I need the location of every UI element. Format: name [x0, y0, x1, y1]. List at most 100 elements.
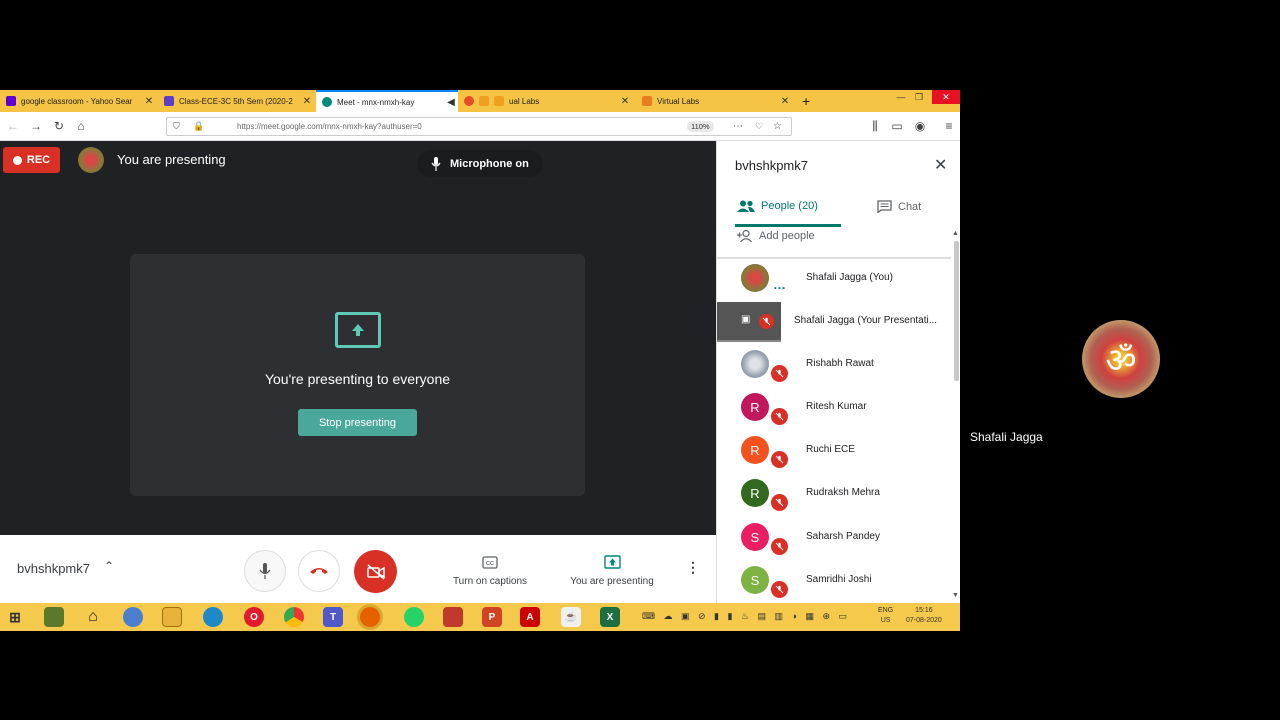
back-icon[interactable]: ← — [4, 117, 22, 135]
microphone-toggle-button[interactable] — [244, 550, 286, 592]
tab-chat[interactable]: Chat — [877, 200, 921, 213]
participant-row[interactable]: Rishabh Rawat — [717, 343, 951, 386]
presentation-thumbnail: ▣ — [717, 302, 781, 342]
browser-tab-bar: google classroom - Yahoo Sear ✕ Class-EC… — [0, 90, 960, 112]
meet-icon — [322, 97, 332, 107]
muted-mic-icon — [771, 365, 788, 382]
tab-classroom[interactable]: Class-ECE-3C 5th Sem (2020-2 ✕ — [158, 90, 314, 112]
home-icon[interactable]: ⌂ — [83, 607, 103, 627]
avatar — [741, 264, 769, 292]
muted-mic-icon — [771, 538, 788, 555]
minimize-icon[interactable]: — — [892, 90, 910, 104]
zoom-level[interactable]: 110% — [687, 121, 714, 132]
microphone-status-chip: Microphone on — [417, 150, 543, 177]
presenting-banner: You are presenting — [117, 152, 226, 167]
speaker-icon[interactable]: ◀ — [444, 97, 458, 108]
presenting-card: You're presenting to everyone Stop prese… — [130, 254, 585, 496]
chromium-icon[interactable] — [123, 607, 143, 627]
captions-button[interactable]: CC Turn on captions — [448, 552, 532, 587]
participant-row[interactable]: R Rudraksh Mehra — [717, 472, 951, 515]
account-icon[interactable]: ◉ — [911, 117, 929, 135]
sidebar-icon[interactable]: ▭ — [888, 117, 906, 135]
people-panel: bvhshkpmk7 ✕ People (20) Chat Add people… — [716, 141, 960, 603]
pocket-icon[interactable]: ♡ — [755, 121, 763, 132]
new-tab-button[interactable]: + — [796, 90, 816, 112]
whatsapp-icon[interactable] — [404, 607, 424, 627]
language-indicator[interactable]: ENG US — [878, 606, 893, 626]
menu-icon[interactable]: ≡ — [940, 117, 958, 135]
stop-presenting-button[interactable]: Stop presenting — [298, 409, 417, 436]
meeting-details-button[interactable]: bvhshkpmk7 — [17, 561, 90, 576]
tab-meet[interactable]: Meet - mnx-nmxh-kay ◀ — [316, 90, 458, 112]
close-tab-icon[interactable]: ✕ — [618, 96, 632, 107]
excel-icon[interactable]: X — [600, 607, 620, 627]
participant-row[interactable]: ▣ Shafali Jagga (Your Presentati... — [717, 300, 951, 343]
chrome-icon[interactable] — [284, 607, 304, 627]
more-actions-icon[interactable]: ⋯ — [733, 121, 743, 132]
participant-row[interactable]: S Samridhi Joshi — [717, 559, 951, 602]
forward-icon[interactable]: → — [27, 117, 45, 135]
recording-badge: REC — [3, 147, 60, 173]
windows-start-icon[interactable]: ⊞ — [5, 607, 25, 627]
participant-name: Shafali Jagga (You) — [806, 272, 893, 283]
participant-row[interactable]: … Shafali Jagga (You) — [717, 257, 951, 300]
url-bar[interactable]: ⛉ 🔒 https://meet.google.com/mnx-nmxh-kay… — [166, 117, 792, 136]
tab-people[interactable]: People (20) — [737, 200, 818, 212]
acrobat-icon[interactable]: A — [520, 607, 540, 627]
more-options-icon[interactable]: ⋮ — [686, 559, 700, 576]
leave-call-button[interactable] — [298, 550, 340, 592]
muted-mic-icon — [771, 408, 788, 425]
close-icon[interactable]: ✕ — [934, 155, 947, 175]
avatar: R — [741, 436, 769, 464]
record-dot-icon — [12, 155, 22, 165]
file-explorer-icon[interactable] — [162, 607, 182, 627]
participant-row[interactable]: R Ruchi ECE — [717, 429, 951, 472]
language-code: ENG — [878, 607, 894, 614]
presenting-title: You're presenting to everyone — [264, 371, 451, 387]
firefox-icon[interactable] — [360, 607, 380, 627]
speaking-indicator-icon: … — [773, 277, 787, 292]
close-window-icon[interactable]: ✕ — [932, 90, 960, 104]
scroll-down-icon[interactable]: ▼ — [952, 592, 959, 599]
camera-toggle-button[interactable] — [354, 550, 397, 593]
home-icon[interactable]: ⌂ — [72, 117, 90, 135]
avatar-initial: S — [750, 572, 760, 588]
close-tab-icon[interactable]: ✕ — [142, 96, 156, 107]
active-tab-indicator — [735, 224, 841, 227]
tab-yahoo[interactable]: google classroom - Yahoo Sear ✕ — [0, 90, 156, 112]
minecraft-icon[interactable] — [44, 607, 64, 627]
avatar-initial: S — [750, 529, 760, 545]
present-now-button[interactable]: You are presenting — [564, 552, 660, 587]
java-icon[interactable]: ☕ — [561, 607, 581, 627]
participant-name: Saharsh Pandey — [806, 531, 880, 542]
restore-icon[interactable]: ❐ — [910, 90, 928, 104]
microphone-icon — [431, 156, 441, 171]
scroll-up-icon[interactable]: ▲ — [952, 230, 959, 237]
opera-icon[interactable]: O — [244, 607, 264, 627]
tab-virtual-labs-2[interactable]: Virtual Labs ✕ — [636, 90, 792, 112]
reload-icon[interactable]: ↻ — [50, 117, 68, 135]
add-people-button[interactable]: Add people — [737, 230, 815, 242]
system-tray-icons[interactable]: ⌨ ☁ ▣ ⊘ ▮ ▮ ♨ ▤ ▥ ◑ ▦ ⊕ ▭ — [642, 611, 850, 622]
tab-virtual-labs-1[interactable]: ual Labs ✕ — [458, 90, 632, 112]
meeting-controls-bar: bvhshkpmk7 ⌃ CC Turn on captions You are… — [0, 535, 716, 603]
edge-icon[interactable] — [203, 607, 223, 627]
teams-icon[interactable]: T — [323, 607, 343, 627]
tab-label: Class-ECE-3C 5th Sem (2020-2 — [179, 96, 293, 106]
avatar-initial: R — [750, 485, 760, 501]
participant-name: Samridhi Joshi — [806, 574, 872, 585]
virtual-labs-icon — [642, 96, 652, 106]
chevron-up-icon[interactable]: ⌃ — [104, 559, 114, 573]
participant-row[interactable]: R Ritesh Kumar — [717, 386, 951, 429]
scrollbar[interactable] — [954, 241, 959, 381]
bookmark-star-icon[interactable]: ☆ — [773, 121, 782, 132]
muted-mic-icon — [771, 581, 788, 598]
clock[interactable]: 15:16 07-08-2020 — [906, 606, 942, 626]
participant-row[interactable]: S Saharsh Pandey — [717, 516, 951, 559]
library-icon[interactable]: ⫼ — [866, 117, 884, 135]
powerpoint-icon[interactable]: P — [482, 607, 502, 627]
snipping-tool-icon[interactable] — [443, 607, 463, 627]
close-tab-icon[interactable]: ✕ — [778, 96, 792, 107]
close-tab-icon[interactable]: ✕ — [300, 96, 314, 107]
mic-indicator-icon — [479, 96, 489, 106]
